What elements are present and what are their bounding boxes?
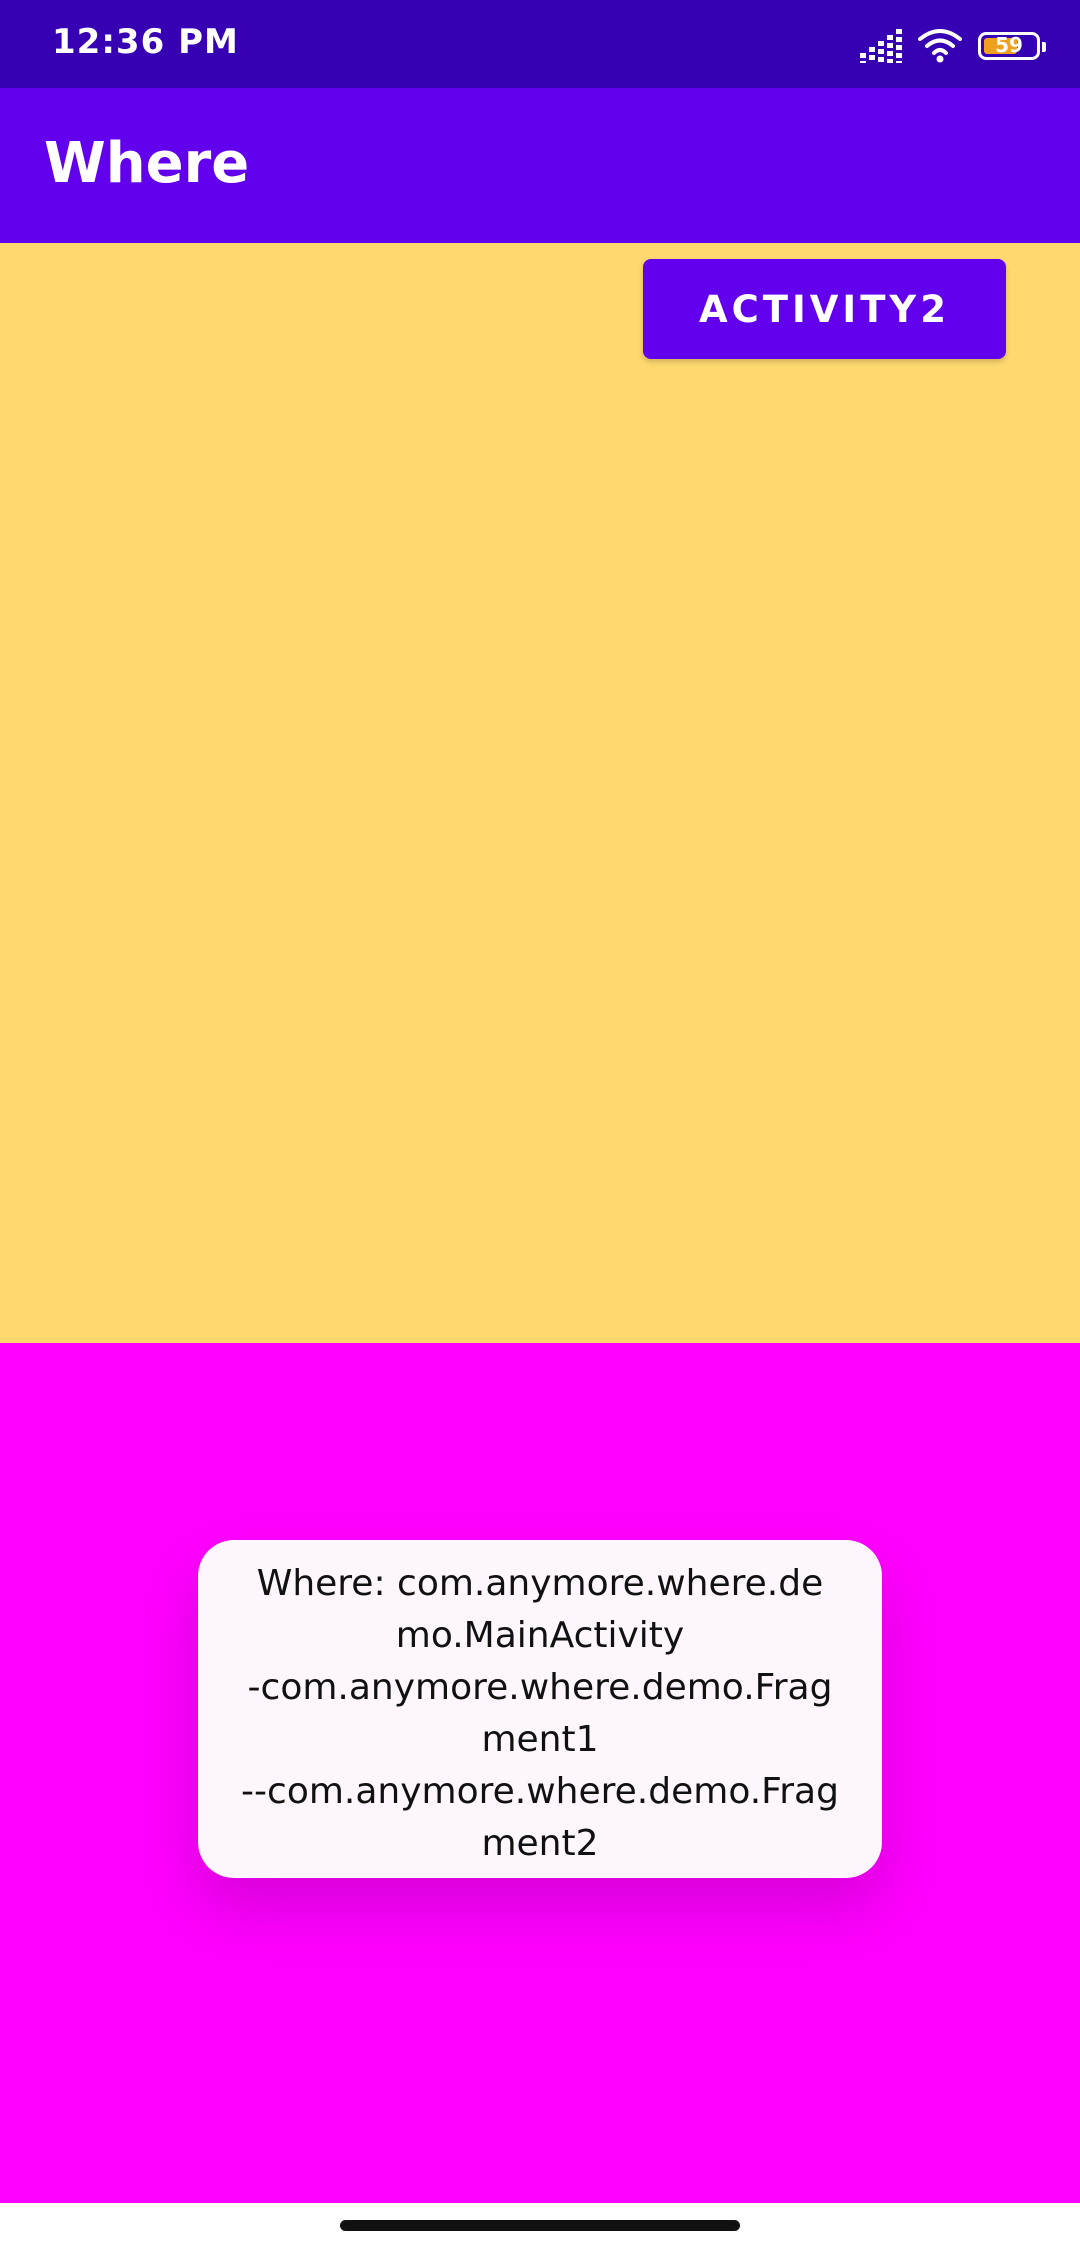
toast-text: Where: com.anymore.where.demo.MainActivi… <box>241 1563 839 1864</box>
toast-message: Where: com.anymore.where.demo.MainActivi… <box>198 1540 882 1878</box>
navigation-bar <box>0 2203 1080 2248</box>
fragment1-container: ACTIVITY2 <box>0 243 1080 1343</box>
battery-tip <box>1042 42 1046 52</box>
battery-level: 59 <box>995 33 1023 57</box>
status-time: 12:36 PM <box>52 22 239 62</box>
app-bar: Where <box>0 88 1080 243</box>
activity2-button[interactable]: ACTIVITY2 <box>643 259 1006 359</box>
signal-icon <box>860 29 902 63</box>
status-icons: 59 <box>860 26 1046 66</box>
status-bar: 12:36 PM 59 <box>0 0 1080 88</box>
home-indicator[interactable] <box>340 2220 740 2231</box>
app-title: Where <box>44 131 250 196</box>
wifi-icon <box>918 29 962 63</box>
app-screen: 12:36 PM 59 Where ACTIVITY2 Where: com.a… <box>0 0 1080 2248</box>
battery-icon: 59 <box>978 32 1046 60</box>
